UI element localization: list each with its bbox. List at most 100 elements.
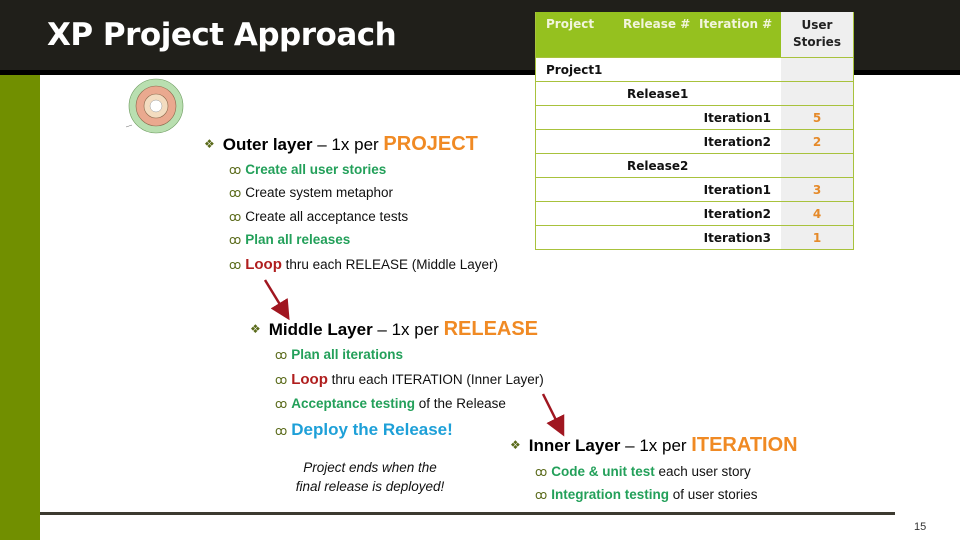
sub-bullet-icon: ꝏ (229, 163, 242, 177)
inner-item-green: Integration testing (551, 487, 669, 502)
middle-item: ꝏ Loop thru each ITERATION (Inner Layer) (275, 371, 544, 388)
col-header-release: Release # (623, 12, 699, 58)
outer-item: ꝏ Create all acceptance tests (229, 209, 408, 224)
cell-stories: 2 (781, 129, 854, 154)
sub-bullet-icon: ꝏ (275, 424, 288, 438)
cell-stories: 5 (781, 105, 854, 130)
note-line-2: final release is deployed! (295, 479, 445, 494)
sub-bullet-icon: ꝏ (535, 488, 548, 502)
inner-layer-label: Inner Layer (528, 436, 621, 455)
middle-layer-unit: RELEASE (443, 318, 539, 340)
cell-iteration (699, 153, 781, 178)
table-row: Iteration3 1 (535, 225, 854, 250)
middle-item: ꝏ Plan all iterations (275, 347, 403, 362)
cell-project (535, 129, 623, 154)
table-header-row: Project Release # Iteration # User Stori… (535, 12, 854, 58)
cell-project (535, 105, 623, 130)
loop-keyword: Loop (245, 256, 282, 273)
cell-release (623, 57, 699, 82)
col-header-project: Project (535, 12, 623, 58)
cell-iteration: Iteration3 (699, 225, 781, 250)
cell-project (535, 153, 623, 178)
outer-item-text: thru each RELEASE (Middle Layer) (281, 257, 498, 272)
cell-stories: 4 (781, 201, 854, 226)
cell-iteration: Iteration2 (699, 201, 781, 226)
sub-bullet-icon: ꝏ (229, 233, 242, 247)
table-row: Iteration1 5 (535, 105, 854, 130)
outer-item: ꝏ Plan all releases (229, 232, 350, 247)
middle-item-text: Plan all iterations (291, 347, 404, 362)
cell-stories (781, 57, 854, 82)
sub-bullet-icon: ꝏ (229, 186, 242, 200)
table-row: Iteration2 4 (535, 201, 854, 226)
table-row: Iteration1 3 (535, 177, 854, 202)
inner-item-green: Code & unit test (551, 464, 655, 479)
outer-layer-label: Outer layer (222, 135, 313, 154)
sub-bullet-icon: ꝏ (229, 258, 242, 272)
cell-project (535, 201, 623, 226)
cell-release (623, 105, 699, 130)
middle-item-text: thru each ITERATION (Inner Layer) (327, 372, 544, 387)
sub-bullet-icon: ꝏ (275, 373, 288, 387)
cell-release (623, 201, 699, 226)
outer-item: ꝏ Loop thru each RELEASE (Middle Layer) (229, 256, 498, 273)
inner-item: ꝏ Integration testing of user stories (535, 487, 758, 502)
cell-stories (781, 153, 854, 178)
inner-item-text: each user story (654, 464, 751, 479)
sub-bullet-icon: ꝏ (535, 465, 548, 479)
cell-iteration (699, 57, 781, 82)
cell-iteration (699, 81, 781, 106)
cell-release (623, 225, 699, 250)
outer-layer-dash: – 1x per (312, 135, 384, 154)
cell-release (623, 129, 699, 154)
sub-bullet-icon: ꝏ (275, 397, 288, 411)
inner-layer-heading: ❖ Inner Layer – 1x per ITERATION (510, 434, 798, 457)
middle-layer-heading: ❖ Middle Layer – 1x per RELEASE (250, 318, 538, 341)
diamond-bullet-icon: ❖ (250, 322, 261, 336)
cell-release (623, 177, 699, 202)
diamond-bullet-icon: ❖ (204, 137, 215, 151)
outer-layer-heading: ❖ Outer layer – 1x per PROJECT (204, 133, 478, 156)
cell-iteration: Iteration1 (699, 177, 781, 202)
table-row: Iteration2 2 (535, 129, 854, 154)
table-row: Project1 (535, 57, 854, 82)
inner-layer-unit: ITERATION (691, 434, 798, 456)
inner-item-text: of user stories (668, 487, 758, 502)
cell-stories: 3 (781, 177, 854, 202)
sub-bullet-icon: ꝏ (229, 210, 242, 224)
cell-project (535, 81, 623, 106)
arrow-outer-to-middle (263, 279, 290, 321)
cell-release: Release2 (623, 153, 699, 178)
concentric-layers-image (125, 78, 184, 134)
cell-stories (781, 81, 854, 106)
diamond-bullet-icon: ❖ (510, 438, 521, 452)
col-header-user-stories: User Stories (781, 12, 854, 58)
table-row: Release2 (535, 153, 854, 178)
outer-item: ꝏ Create all user stories (229, 162, 386, 177)
col-header-iteration: Iteration # (699, 12, 781, 58)
cell-release: Release1 (623, 81, 699, 106)
middle-item-green: Acceptance testing (291, 396, 416, 411)
middle-layer-label: Middle Layer (268, 320, 373, 339)
arrow-middle-to-inner (541, 393, 565, 437)
inner-item: ꝏ Code & unit test each user story (535, 464, 751, 479)
left-accent-bar (0, 75, 40, 540)
slide-title: XP Project Approach (47, 17, 397, 53)
note-line-1: Project ends when the (303, 460, 437, 475)
deploy-text: Deploy the Release! (291, 420, 453, 439)
cell-iteration: Iteration1 (699, 105, 781, 130)
outer-item-text: Create all acceptance tests (245, 209, 409, 224)
page-number: 15 (914, 521, 927, 533)
project-end-note: Project ends when the final release is d… (280, 458, 460, 496)
cell-project (535, 225, 623, 250)
cell-project (535, 177, 623, 202)
outer-item-text: Create system metaphor (245, 185, 394, 200)
outer-item: ꝏ Create system metaphor (229, 185, 393, 200)
outer-item-text: Plan all releases (245, 232, 351, 247)
outer-layer-unit: PROJECT (383, 133, 478, 155)
middle-item: ꝏ Deploy the Release! (275, 420, 453, 440)
cell-project: Project1 (535, 57, 623, 82)
footer-divider (40, 512, 895, 515)
cell-iteration: Iteration2 (699, 129, 781, 154)
sub-bullet-icon: ꝏ (275, 348, 288, 362)
